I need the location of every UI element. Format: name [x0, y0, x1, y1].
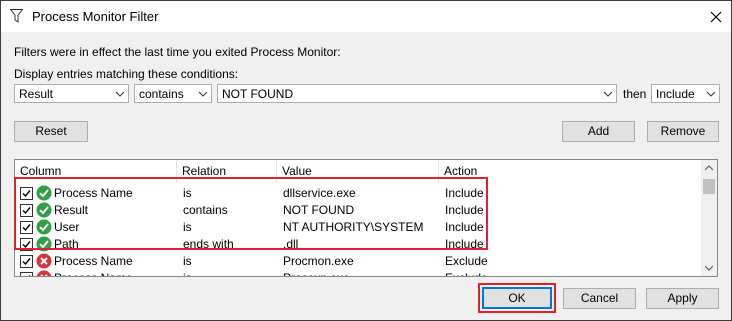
column-select-value: Result — [19, 87, 54, 101]
ok-button[interactable]: OK — [482, 287, 552, 309]
checkmark-icon — [28, 275, 31, 276]
row-checkbox[interactable] — [20, 255, 33, 268]
remove-button[interactable]: Remove — [647, 121, 719, 142]
window-title: Process Monitor Filter — [32, 9, 159, 24]
cell-value: Procmon.exe — [283, 254, 354, 268]
relation-select[interactable]: contains — [134, 84, 212, 103]
annotation-highlight-rows — [14, 177, 488, 250]
conditions-label: Display entries matching these condition… — [14, 67, 239, 81]
column-select[interactable]: Result — [14, 84, 129, 103]
cell-column: Process Name — [54, 270, 133, 276]
value-combo-value: NOT FOUND — [222, 87, 294, 101]
apply-button[interactable]: Apply — [646, 288, 719, 309]
exclude-icon — [36, 253, 52, 269]
scroll-up-icon[interactable] — [705, 165, 713, 171]
chevron-down-icon — [115, 91, 125, 97]
cell-action: Exclude — [445, 254, 488, 268]
scrollbar-thumb[interactable] — [703, 179, 715, 194]
action-select-value: Include — [656, 87, 695, 101]
cell-action: Exclude — [445, 270, 488, 276]
checkmark-icon — [22, 258, 31, 266]
cell-value: Procexp.exe — [283, 270, 350, 276]
dialog-body: Filters were in effect the last time you… — [1, 32, 731, 320]
table-row[interactable]: Process Name is Procmon.exe Exclude — [15, 253, 703, 270]
filter-dialog: Process Monitor Filter Filters were in e… — [0, 0, 732, 321]
cancel-button[interactable]: Cancel — [563, 288, 636, 309]
value-combo[interactable]: NOT FOUND — [217, 84, 617, 103]
table-row[interactable]: Process Name is Procexp.exe Exclude — [15, 270, 703, 276]
action-select[interactable]: Include — [651, 84, 720, 103]
vertical-scrollbar[interactable] — [701, 160, 717, 276]
chevron-down-icon — [706, 91, 716, 97]
add-button[interactable]: Add — [562, 121, 635, 142]
scroll-down-icon[interactable] — [705, 265, 713, 271]
close-icon — [710, 11, 722, 22]
relation-select-value: contains — [139, 87, 184, 101]
chevron-down-icon — [198, 91, 208, 97]
then-label: then — [623, 87, 647, 101]
close-button[interactable] — [701, 1, 731, 32]
chevron-down-icon — [603, 91, 613, 97]
cell-relation: is — [183, 270, 192, 276]
reset-button[interactable]: Reset — [14, 121, 88, 142]
row-checkbox[interactable] — [20, 272, 33, 276]
title-bar: Process Monitor Filter — [1, 1, 731, 32]
exclude-icon — [36, 270, 52, 276]
cell-column: Process Name — [54, 254, 133, 268]
cell-relation: is — [183, 254, 192, 268]
info-text: Filters were in effect the last time you… — [14, 45, 341, 59]
funnel-icon — [10, 9, 23, 23]
